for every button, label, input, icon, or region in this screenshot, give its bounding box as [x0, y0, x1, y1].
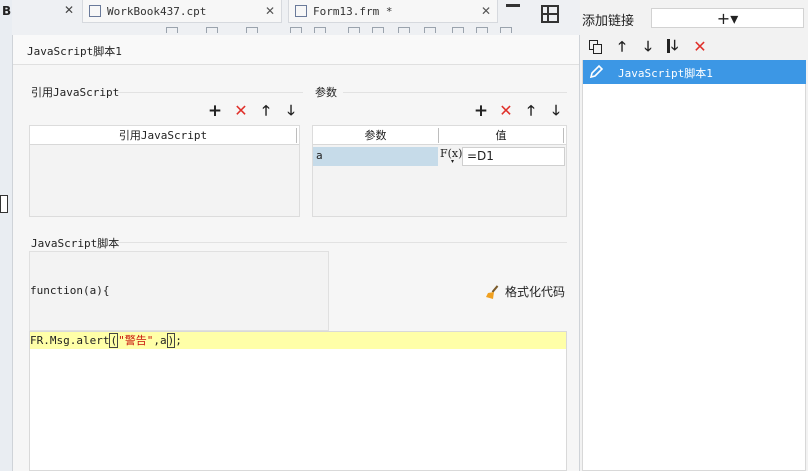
param-value-input[interactable]: =D1 — [462, 147, 565, 166]
copy-icon[interactable] — [588, 39, 604, 55]
tab-form-label: Form13.frm * — [313, 4, 393, 18]
param-value: =D1 — [467, 149, 494, 163]
divider — [117, 92, 303, 93]
param-add-button[interactable]: + — [473, 103, 489, 120]
add-link-button[interactable]: +▾ — [651, 8, 804, 28]
dropdown-menu-icon[interactable] — [506, 4, 520, 16]
pencil-icon — [589, 64, 604, 79]
tab-workbook-label: WorkBook437.cpt — [107, 4, 207, 18]
workbook-icon — [89, 5, 101, 17]
code-editor[interactable]: FR.Msg.alert("警告",a); — [29, 331, 567, 471]
add-link-glyph: +▾ — [716, 8, 739, 28]
delete-icon[interactable]: ✕ — [692, 39, 708, 55]
background-cell — [0, 195, 8, 213]
divider — [117, 242, 567, 243]
tab-workbook[interactable]: WorkBook437.cpt ✕ — [82, 0, 282, 23]
background-sidebar — [0, 0, 12, 471]
form-icon — [295, 5, 307, 17]
param-column-value: 值 — [495, 129, 507, 142]
tab-workbook-close-icon[interactable]: ✕ — [265, 4, 275, 18]
param-column-name: 参数 — [364, 129, 387, 142]
function-header: function(a){ — [30, 284, 110, 297]
move-bottom-icon[interactable]: 🡓 — [666, 38, 682, 55]
broom-icon — [486, 284, 499, 299]
javascript-dialog: JavaScript脚本1 引用JavaScript + ✕ 🡑 🡓 引用Jav… — [12, 35, 580, 471]
toolbar-icon[interactable] — [424, 27, 436, 33]
background-letter: B — [2, 4, 12, 18]
arrow-down-icon[interactable]: 🡓 — [640, 39, 656, 55]
script-section-label: JavaScript脚本 — [31, 237, 120, 250]
toolbar-icon[interactable] — [500, 27, 512, 33]
background-close-icon[interactable]: ✕ — [64, 3, 74, 17]
format-code-label: 格式化代码 — [505, 285, 566, 299]
toolbar-icon[interactable] — [348, 27, 360, 33]
tab-form[interactable]: Form13.frm * ✕ — [288, 0, 498, 23]
param-table: 参数 值 a F(x) ▾ =D1 — [312, 125, 567, 217]
list-item-label: JavaScript脚本1 — [618, 67, 713, 80]
toolbar-icon[interactable] — [246, 27, 258, 33]
ref-delete-button[interactable]: ✕ — [233, 103, 249, 119]
ref-add-button[interactable]: + — [207, 103, 223, 120]
add-link-label: 添加链接 — [582, 14, 635, 29]
param-move-up-button[interactable]: 🡑 — [523, 103, 539, 119]
dialog-title-bar: JavaScript脚本1 — [13, 35, 579, 65]
link-list — [582, 60, 806, 471]
toolbar-icon[interactable] — [166, 27, 178, 33]
toolbar-icon[interactable] — [476, 27, 488, 33]
toolbar-icon[interactable] — [372, 27, 384, 33]
divider — [343, 92, 567, 93]
param-delete-button[interactable]: ✕ — [498, 103, 514, 119]
param-name-cell[interactable]: a — [313, 147, 438, 166]
function-header-box: function(a){ — [29, 251, 329, 331]
arrow-up-icon[interactable]: 🡑 — [614, 39, 630, 55]
toolbar-icon[interactable] — [314, 27, 326, 33]
ref-section-label: 引用JavaScript — [31, 86, 120, 99]
param-move-down-button[interactable]: 🡓 — [548, 103, 564, 119]
ref-move-up-button[interactable]: 🡑 — [258, 103, 274, 119]
layout-icon[interactable] — [541, 5, 559, 23]
ref-table: 引用JavaScript — [29, 125, 300, 217]
table-row[interactable]: a F(x) ▾ =D1 — [313, 147, 566, 166]
param-table-header: 参数 值 — [313, 126, 566, 145]
panel-toolbar: 🡑 🡓 🡓 ✕ — [582, 36, 806, 60]
list-item[interactable]: JavaScript脚本1 — [583, 60, 806, 84]
format-code-button[interactable]: 格式化代码 — [485, 283, 565, 300]
param-name: a — [316, 149, 323, 162]
ref-column-header: 引用JavaScript — [118, 129, 208, 142]
formula-icon[interactable]: F(x) ▾ — [440, 147, 462, 166]
toolbar-icon[interactable] — [452, 27, 464, 33]
toolbar-icon[interactable] — [398, 27, 410, 33]
ref-move-down-button[interactable]: 🡓 — [283, 103, 299, 119]
ref-table-header: 引用JavaScript — [30, 126, 299, 145]
param-section-label: 参数 — [315, 86, 337, 99]
dialog-title: JavaScript脚本1 — [27, 45, 122, 58]
tab-form-close-icon[interactable]: ✕ — [481, 4, 491, 18]
code-line[interactable]: FR.Msg.alert("警告",a); — [30, 332, 566, 349]
toolbar-icon[interactable] — [206, 27, 218, 33]
toolbar-icon[interactable] — [290, 27, 302, 33]
